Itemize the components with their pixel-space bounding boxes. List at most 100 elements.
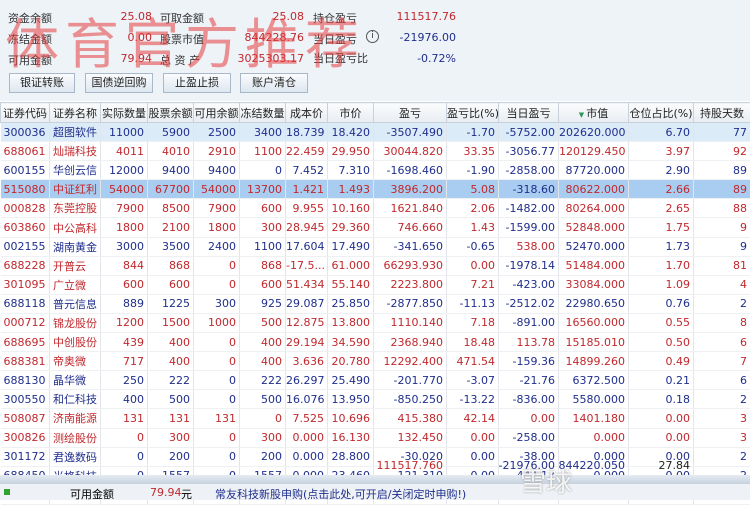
column-header-label: 证券代码 [3, 107, 47, 120]
column-header[interactable]: 持股天数 [694, 103, 750, 123]
cell-6: -17.5... [286, 256, 328, 275]
column-header[interactable]: 当日盈亏 [499, 103, 559, 123]
cell-9: 5.08 [447, 180, 499, 199]
table-row[interactable]: 000828东莞控股7900850079006009.95510.1601621… [1, 199, 750, 218]
cell-10: 538.00 [499, 237, 559, 256]
column-header-label: 市价 [340, 107, 362, 120]
cell-0: 688130 [1, 371, 50, 390]
column-header[interactable]: 市价 [328, 103, 374, 123]
cell-9: 0.00 [447, 428, 499, 447]
cell-11: 202620.000 [559, 123, 629, 142]
cell-8: 12292.400 [374, 352, 447, 371]
column-header[interactable]: 可用余额 [194, 103, 240, 123]
table-row[interactable]: 688228开普云8448680868-17.5...61.00066293.9… [1, 256, 750, 275]
cell-6: 16.076 [286, 390, 328, 409]
cell-4: 0 [194, 256, 240, 275]
cell-3: 2100 [148, 218, 194, 237]
column-header[interactable]: 冻结数量 [240, 103, 286, 123]
cell-12: 0.18 [629, 390, 694, 409]
cell-10: -836.00 [499, 390, 559, 409]
cell-3: 1500 [148, 313, 194, 332]
column-header[interactable]: ▼ 市值 [559, 103, 629, 123]
table-row[interactable]: 300826测绘股份030003000.00016.130132.4500.00… [1, 428, 750, 447]
table-row[interactable]: 603860中公高科18002100180030028.94529.360746… [1, 218, 750, 237]
available-label: 可用金额 [8, 52, 52, 68]
horizontal-scrollbar[interactable] [0, 475, 750, 483]
column-header-label: 仓位占比(%) [629, 107, 692, 120]
cell-11: 87720.000 [559, 161, 629, 180]
cell-0: 508087 [1, 409, 50, 428]
cell-11: 0.000 [559, 428, 629, 447]
cell-13: 7 [694, 352, 750, 371]
table-row[interactable]: 688061灿瑞科技401140102910110022.45929.95030… [1, 142, 750, 161]
info-icon[interactable]: i [366, 30, 379, 43]
position-pnl-value: 111517.76 [380, 10, 456, 23]
table-row[interactable]: 301095广立微600600060051.43455.1402223.8007… [1, 275, 750, 294]
cell-9: -1.70 [447, 123, 499, 142]
cell-12: 2.90 [629, 161, 694, 180]
cell-6: 7.452 [286, 161, 328, 180]
reverse-repo-button[interactable]: 国债逆回购 [85, 73, 153, 93]
fund-balance-value: 25.08 [90, 10, 152, 23]
cell-1: 中创股份 [50, 333, 101, 352]
clear-account-button[interactable]: 账户清仓 [240, 73, 308, 93]
cell-5: 925 [240, 294, 286, 313]
column-header[interactable]: 证券名称 [50, 103, 101, 123]
column-header[interactable]: 盈亏 [374, 103, 447, 123]
table-row[interactable]: 688695中创股份439400040029.19434.5902368.940… [1, 333, 750, 352]
cell-3: 3500 [148, 237, 194, 256]
status-available-value: 79.94 [150, 486, 182, 499]
cell-11: 33084.000 [559, 275, 629, 294]
column-header-label: 当日盈亏 [507, 107, 551, 120]
cell-0: 688381 [1, 352, 50, 371]
table-row[interactable]: 000712锦龙股份12001500100050012.87513.800111… [1, 313, 750, 332]
cell-1: 锦龙股份 [50, 313, 101, 332]
table-row[interactable]: 515080中证红利540006770054000137001.4211.493… [1, 180, 750, 199]
cell-11: 22980.650 [559, 294, 629, 313]
column-header[interactable]: 证券代码 [1, 103, 50, 123]
cell-1: 华创云信 [50, 161, 101, 180]
table-row[interactable]: 300550和仁科技400500050016.07613.950-850.250… [1, 390, 750, 409]
table-row[interactable]: 508087济南能源13113113107.52510.696415.38042… [1, 409, 750, 428]
bank-transfer-button[interactable]: 银证转账 [9, 73, 75, 93]
cell-5: 13700 [240, 180, 286, 199]
column-header[interactable]: 成本价 [286, 103, 328, 123]
column-header[interactable]: 股票余额 [148, 103, 194, 123]
cell-3: 1225 [148, 294, 194, 313]
cell-4: 0 [194, 352, 240, 371]
cell-9: -1.90 [447, 161, 499, 180]
table-row[interactable]: 002155湖南黄金300035002400110017.60417.490-3… [1, 237, 750, 256]
cell-2: 400 [101, 390, 148, 409]
cell-7: 17.490 [328, 237, 374, 256]
cell-9: 42.14 [447, 409, 499, 428]
table-row[interactable]: 300036超图软件1100059002500340018.73918.420-… [1, 123, 750, 142]
connection-status-icon [4, 489, 10, 495]
cell-11: 52470.000 [559, 237, 629, 256]
cell-5: 600 [240, 275, 286, 294]
table-row[interactable]: 688130晶华微250222022226.29725.490-201.770-… [1, 371, 750, 390]
cell-7: 25.490 [328, 371, 374, 390]
cell-4: 2400 [194, 237, 240, 256]
cell-5: 400 [240, 352, 286, 371]
table-row[interactable]: 600155华创云信120009400940007.4527.310-1698.… [1, 161, 750, 180]
cell-0: 300550 [1, 390, 50, 409]
cell-9: -13.22 [447, 390, 499, 409]
cell-11: 52848.000 [559, 218, 629, 237]
cell-8: 415.380 [374, 409, 447, 428]
table-row[interactable]: 688118普元信息889122530092529.08725.850-2877… [1, 294, 750, 313]
table-row[interactable]: 688381帝奥微71740004003.63620.78012292.4004… [1, 352, 750, 371]
frozen-value: 0.00 [90, 31, 152, 44]
column-header[interactable]: 仓位占比(%) [629, 103, 694, 123]
cell-1: 济南能源 [50, 409, 101, 428]
column-header[interactable]: 实际数量 [101, 103, 148, 123]
cell-8: 3896.200 [374, 180, 447, 199]
column-header[interactable]: 盈亏比(%) [447, 103, 499, 123]
stop-profit-loss-button[interactable]: 止盈止损 [163, 73, 231, 93]
cell-2: 600 [101, 275, 148, 294]
cell-11: 51484.000 [559, 256, 629, 275]
cell-2: 1800 [101, 218, 148, 237]
status-bar: 可用金额 79.94 元 常友科技新股申购(点击此处,可开启/关闭定时申购!) [0, 483, 750, 500]
frozen-label: 冻结金额 [8, 31, 52, 47]
cell-10: -1482.00 [499, 199, 559, 218]
cell-11: 6372.500 [559, 371, 629, 390]
